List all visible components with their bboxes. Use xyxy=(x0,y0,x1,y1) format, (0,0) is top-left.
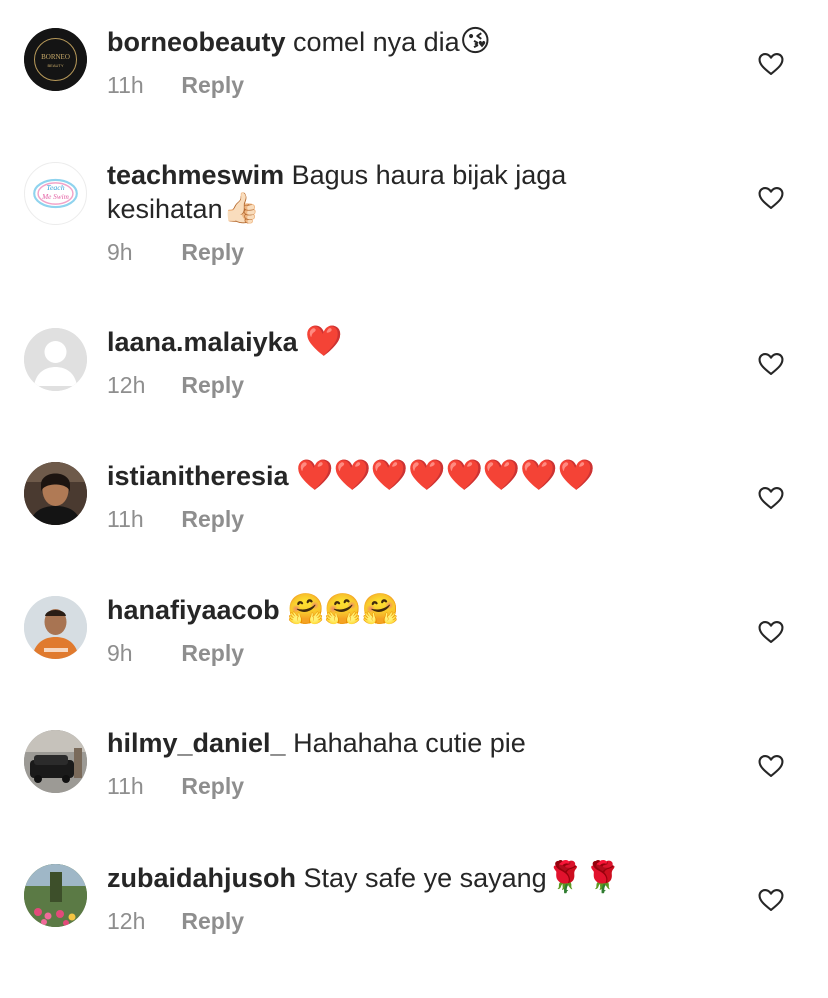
like-heart-icon[interactable] xyxy=(757,752,785,780)
comment-timestamp: 9h xyxy=(107,640,133,666)
comment-meta: 9h Reply xyxy=(107,238,727,266)
comment-text: teachmeswim Bagus haura bijak jaga kesih… xyxy=(107,159,727,226)
reply-button[interactable]: Reply xyxy=(181,72,244,98)
comment-body: laana.malaiyka ❤️ 12h Reply xyxy=(107,325,727,399)
comment-message: Hahahaha cutie pie xyxy=(293,728,526,758)
comment-body: istianitheresia ❤️❤️❤️❤️❤️❤️❤️❤️ 11h Rep… xyxy=(107,459,727,533)
avatar[interactable] xyxy=(24,596,87,659)
comment-body: teachmeswim Bagus haura bijak jaga kesih… xyxy=(107,159,727,266)
comment-timestamp: 11h xyxy=(107,72,144,98)
emoji: 👍🏻 xyxy=(222,191,260,226)
comment-timestamp: 11h xyxy=(107,506,144,532)
comment-timestamp: 9h xyxy=(107,239,133,265)
comment-meta: 11h Reply xyxy=(107,71,727,99)
comment-message: Stay safe ye sayang xyxy=(303,863,547,893)
reply-button[interactable]: Reply xyxy=(181,239,244,265)
comment-message-line2: kesihatan xyxy=(107,194,223,224)
comment-meta: 9h Reply xyxy=(107,639,727,667)
comment-item: zubaidahjusoh Stay safe ye sayang🌹🌹 12h … xyxy=(0,861,828,998)
avatar[interactable]: Teach Me Swim xyxy=(24,162,87,225)
comment-item: laana.malaiyka ❤️ 12h Reply xyxy=(0,325,828,462)
emoji: 🤗🤗🤗 xyxy=(287,592,400,627)
comment-username[interactable]: teachmeswim xyxy=(107,160,284,190)
comment-meta: 12h Reply xyxy=(107,907,727,935)
comment-meta: 12h Reply xyxy=(107,371,727,399)
svg-text:Me Swim: Me Swim xyxy=(41,193,69,201)
comment-text: hanafiyaacob 🤗🤗🤗 xyxy=(107,593,727,627)
reply-button[interactable]: Reply xyxy=(181,908,244,934)
emoji: ❤️❤️❤️❤️❤️❤️❤️❤️ xyxy=(296,458,595,493)
comment-item: Teach Me Swim teachmeswim Bagus haura bi… xyxy=(0,159,828,296)
emoji: ❤️ xyxy=(305,324,343,359)
reply-button[interactable]: Reply xyxy=(181,372,244,398)
comment-item: hilmy_daniel_ Hahahaha cutie pie 11h Rep… xyxy=(0,727,828,864)
comment-timestamp: 12h xyxy=(107,372,146,398)
svg-text:BORNEO: BORNEO xyxy=(41,53,70,61)
comment-message: comel nya dia xyxy=(293,27,460,57)
comment-text: borneobeauty comel nya dia😘 xyxy=(107,25,727,59)
like-heart-icon[interactable] xyxy=(757,350,785,378)
comment-text: istianitheresia ❤️❤️❤️❤️❤️❤️❤️❤️ xyxy=(107,459,727,493)
avatar[interactable] xyxy=(24,328,87,391)
comment-username[interactable]: zubaidahjusoh xyxy=(107,863,296,893)
svg-text:BEAUTY: BEAUTY xyxy=(47,63,63,68)
comment-item: BORNEO BEAUTY borneobeauty comel nya dia… xyxy=(0,25,828,162)
comment-item: istianitheresia ❤️❤️❤️❤️❤️❤️❤️❤️ 11h Rep… xyxy=(0,459,828,596)
reply-button[interactable]: Reply xyxy=(181,640,244,666)
comment-body: hilmy_daniel_ Hahahaha cutie pie 11h Rep… xyxy=(107,727,727,800)
like-heart-icon[interactable] xyxy=(757,886,785,914)
comment-username[interactable]: hanafiyaacob xyxy=(107,595,280,625)
comment-message: Bagus haura bijak jaga xyxy=(291,160,567,190)
comment-username[interactable]: hilmy_daniel_ xyxy=(107,728,286,758)
comment-username[interactable]: laana.malaiyka xyxy=(107,327,298,357)
like-heart-icon[interactable] xyxy=(757,50,785,78)
comment-body: zubaidahjusoh Stay safe ye sayang🌹🌹 12h … xyxy=(107,861,727,935)
comment-item: hanafiyaacob 🤗🤗🤗 9h Reply xyxy=(0,593,828,730)
comment-body: hanafiyaacob 🤗🤗🤗 9h Reply xyxy=(107,593,727,667)
like-heart-icon[interactable] xyxy=(757,184,785,212)
emoji: 😘 xyxy=(459,24,491,59)
like-heart-icon[interactable] xyxy=(757,484,785,512)
comment-timestamp: 11h xyxy=(107,773,144,799)
comment-text: zubaidahjusoh Stay safe ye sayang🌹🌹 xyxy=(107,861,727,895)
svg-text:Teach: Teach xyxy=(46,183,64,192)
comment-text: hilmy_daniel_ Hahahaha cutie pie xyxy=(107,727,727,760)
avatar[interactable]: BORNEO BEAUTY xyxy=(24,28,87,91)
like-heart-icon[interactable] xyxy=(757,618,785,646)
comment-meta: 11h Reply xyxy=(107,772,727,800)
comment-meta: 11h Reply xyxy=(107,505,727,533)
comment-timestamp: 12h xyxy=(107,908,146,934)
avatar[interactable] xyxy=(24,864,87,927)
comment-text: laana.malaiyka ❤️ xyxy=(107,325,727,359)
reply-button[interactable]: Reply xyxy=(181,506,244,532)
avatar[interactable] xyxy=(24,462,87,525)
emoji: 🌹🌹 xyxy=(546,860,622,895)
comment-body: borneobeauty comel nya dia😘 11h Reply xyxy=(107,25,727,99)
reply-button[interactable]: Reply xyxy=(181,773,244,799)
comment-username[interactable]: istianitheresia xyxy=(107,461,289,491)
comment-username[interactable]: borneobeauty xyxy=(107,27,286,57)
avatar[interactable] xyxy=(24,730,87,793)
